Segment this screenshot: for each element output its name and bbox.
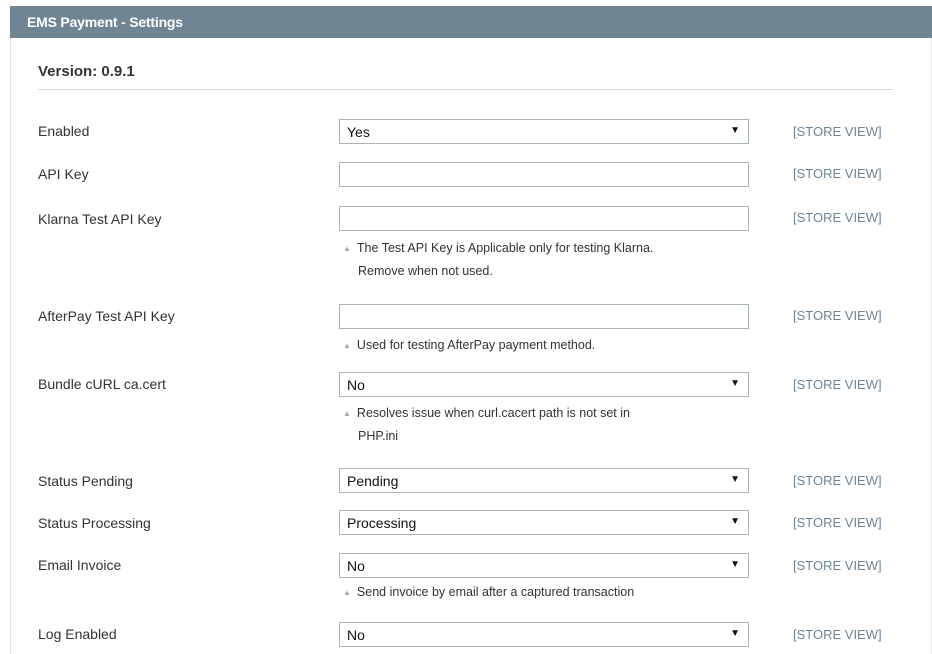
section-title: EMS Payment - Settings [27, 14, 183, 30]
bundle-curl-label: Bundle cURL ca.cert [38, 376, 166, 392]
status-pending-scope: [STORE VIEW] [793, 473, 882, 488]
log-enabled-select-value: No [347, 627, 365, 643]
klarna-key-field[interactable] [339, 206, 749, 231]
afterpay-key-label: AfterPay Test API Key [38, 308, 175, 324]
email-invoice-scope: [STORE VIEW] [793, 558, 882, 573]
status-processing-label: Status Processing [38, 515, 151, 531]
klarna-key-input[interactable] [340, 207, 748, 230]
bundle-curl-note: ▲ Resolves issue when curl.cacert path is… [343, 406, 630, 443]
bundle-curl-select[interactable]: No ▼ [339, 372, 749, 397]
status-pending-select-value: Pending [347, 473, 399, 489]
status-pending-select[interactable]: Pending ▼ [339, 468, 749, 493]
chevron-down-icon: ▼ [730, 125, 740, 136]
chevron-down-icon: ▼ [730, 378, 740, 389]
enabled-select[interactable]: Yes ▼ [339, 119, 749, 144]
klarna-key-scope: [STORE VIEW] [793, 210, 882, 225]
api-key-input[interactable] [340, 163, 748, 186]
enabled-label: Enabled [38, 123, 90, 139]
chevron-down-icon: ▼ [730, 559, 740, 570]
afterpay-key-scope: [STORE VIEW] [793, 308, 882, 323]
chevron-down-icon: ▼ [730, 474, 740, 485]
api-key-field[interactable] [339, 162, 749, 187]
status-pending-label: Status Pending [38, 473, 133, 489]
afterpay-key-input[interactable] [340, 305, 748, 328]
chevron-down-icon: ▼ [730, 516, 740, 527]
klarna-key-note: ▲ The Test API Key is Applicable only for… [343, 241, 654, 278]
api-key-label: API Key [38, 166, 89, 182]
triangle-up-icon: ▲ [343, 409, 351, 418]
enabled-scope: [STORE VIEW] [793, 124, 882, 139]
version-divider [38, 89, 893, 90]
bundle-curl-scope: [STORE VIEW] [793, 377, 882, 392]
triangle-up-icon: ▲ [343, 244, 351, 253]
api-key-scope: [STORE VIEW] [793, 166, 882, 181]
section-header[interactable]: EMS Payment - Settings [10, 6, 932, 38]
triangle-up-icon: ▲ [343, 341, 351, 350]
email-invoice-note: ▲ Send invoice by email after a captured … [343, 585, 635, 599]
version-label: Version: 0.9.1 [38, 63, 135, 80]
klarna-key-label: Klarna Test API Key [38, 211, 162, 227]
log-enabled-scope: [STORE VIEW] [793, 627, 882, 642]
status-processing-scope: [STORE VIEW] [793, 515, 882, 530]
triangle-up-icon: ▲ [343, 588, 351, 597]
status-processing-select-value: Processing [347, 515, 417, 531]
afterpay-key-note: ▲ Used for testing AfterPay payment metho… [343, 338, 596, 352]
chevron-down-icon: ▼ [730, 628, 740, 639]
email-invoice-select[interactable]: No ▼ [339, 553, 749, 578]
email-invoice-label: Email Invoice [38, 557, 122, 573]
enabled-select-value: Yes [347, 124, 370, 140]
afterpay-key-field[interactable] [339, 304, 749, 329]
log-enabled-label: Log Enabled [38, 626, 117, 642]
status-processing-select[interactable]: Processing ▼ [339, 510, 749, 535]
log-enabled-select[interactable]: No ▼ [339, 622, 749, 647]
email-invoice-select-value: No [347, 558, 365, 574]
bundle-curl-select-value: No [347, 377, 365, 393]
